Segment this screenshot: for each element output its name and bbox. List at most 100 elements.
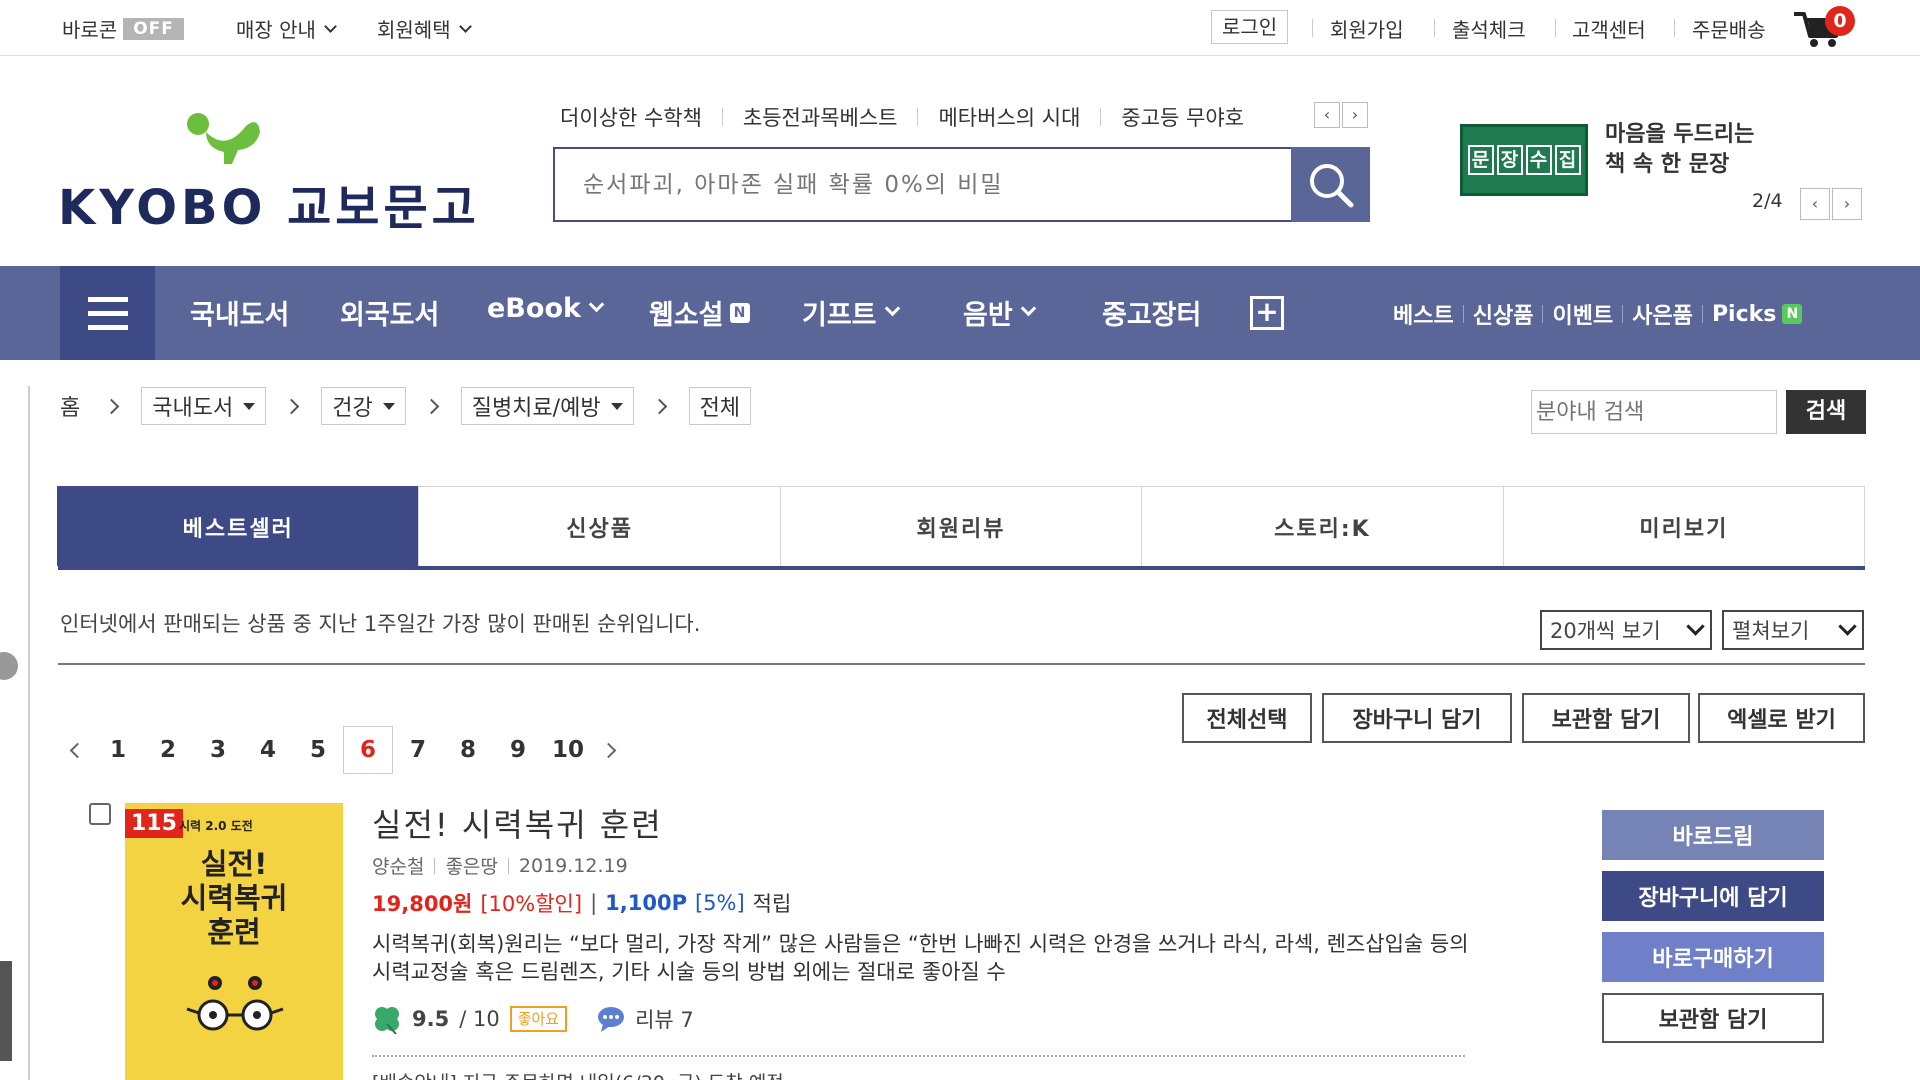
add-to-wishlist-button[interactable]: 보관함 담기 [1602, 993, 1824, 1043]
hot-keyword-1[interactable]: 더이상한 수학책 [560, 102, 722, 132]
product-publisher[interactable]: 좋은땅 [445, 852, 497, 879]
page-link[interactable]: 4 [243, 726, 293, 774]
nav-label: 음반 [963, 300, 1013, 331]
next-page-icon[interactable] [600, 742, 617, 758]
breadcrumb-level-label: 질병치료/예방 [471, 396, 601, 421]
nav-event-link[interactable]: 이벤트 [1552, 298, 1613, 330]
side-scroll-handle[interactable] [0, 961, 12, 1061]
search-button[interactable] [1291, 147, 1370, 222]
product-discount: [10%할인] [480, 892, 583, 916]
nav-label: 기프트 [802, 300, 877, 331]
new-badge-icon: N [729, 302, 750, 323]
hot-keyword-4[interactable]: 중고등 무야호 [1101, 102, 1264, 132]
page-link[interactable]: 3 [193, 726, 243, 774]
page-link[interactable]: 5 [293, 726, 343, 774]
promo-badge-char: 문 [1467, 145, 1494, 175]
divider [1434, 19, 1435, 37]
barocon-toggle[interactable]: 바로콘 OFF [62, 14, 184, 43]
nav-picks-link[interactable]: Picks [1712, 302, 1776, 327]
product-checkbox[interactable] [89, 803, 111, 825]
nav-used-market[interactable]: 중고장터 [1102, 293, 1201, 332]
store-info-menu[interactable]: 매장 안내 [236, 14, 337, 43]
keyword-prev-button[interactable]: ‹ [1314, 102, 1340, 128]
tab-preview[interactable]: 미리보기 [1502, 486, 1866, 566]
cover-eyes-illustration-icon [186, 976, 284, 1031]
nav-label: 국내도서 [190, 300, 290, 331]
signup-link[interactable]: 회원가입 [1330, 14, 1404, 43]
add-to-cart-bulk-button[interactable]: 장바구니 담기 [1322, 693, 1512, 743]
hot-keywords: 더이상한 수학책 초등전과목베스트 메타버스의 시대 중고등 무야호 [560, 102, 1264, 132]
select-all-button[interactable]: 전체선택 [1182, 693, 1312, 743]
chevron-down-icon [458, 19, 472, 33]
nav-gifts-link[interactable]: 사은품 [1632, 298, 1693, 330]
tab-bestseller[interactable]: 베스트셀러 [57, 486, 420, 566]
nav-music[interactable]: 음반 [963, 293, 1036, 332]
nav-best-link[interactable]: 베스트 [1393, 298, 1454, 330]
promo-next-button[interactable]: › [1832, 188, 1862, 220]
export-excel-button[interactable]: 엑셀로 받기 [1698, 693, 1865, 743]
hot-keyword-2[interactable]: 초등전과목베스트 [723, 102, 918, 132]
page-link[interactable]: 9 [493, 726, 543, 774]
review-link[interactable]: 리뷰 7 [635, 1004, 694, 1034]
member-benefits-menu[interactable]: 회원혜택 [377, 14, 472, 43]
add-to-cart-button[interactable]: 장바구니에 담기 [1602, 871, 1824, 921]
hamburger-icon [87, 296, 128, 302]
divider [1462, 305, 1464, 323]
attendance-link[interactable]: 출석체크 [1452, 14, 1526, 43]
main-search-input[interactable] [553, 147, 1293, 222]
nav-gift[interactable]: 기프트 [802, 293, 900, 332]
nav-more-plus-icon[interactable]: + [1250, 296, 1284, 330]
page-link[interactable]: 2 [143, 726, 193, 774]
product-author[interactable]: 양순철 [372, 852, 424, 879]
keyword-next-button[interactable]: › [1342, 102, 1368, 128]
tab-member-reviews[interactable]: 회원리뷰 [779, 486, 1143, 566]
customer-center-link[interactable]: 고객센터 [1572, 14, 1646, 43]
field-search-button[interactable]: 검색 [1786, 390, 1866, 434]
breadcrumb-level-2-select[interactable]: 건강 [321, 387, 406, 425]
buy-now-button[interactable]: 바로구매하기 [1602, 932, 1824, 982]
review-count: 7 [680, 1008, 694, 1032]
divider [1555, 19, 1556, 37]
nav-foreign-books[interactable]: 외국도서 [340, 293, 439, 332]
per-page-select[interactable]: 20개씩 보기 [1540, 610, 1712, 650]
order-delivery-link[interactable]: 주문배송 [1692, 14, 1766, 43]
cover-series-text: 시력 2.0 도전 [179, 819, 253, 833]
tab-new-products[interactable]: 신상품 [418, 486, 781, 566]
breadcrumb-level-1-select[interactable]: 국내도서 [141, 387, 267, 425]
nav-domestic-books[interactable]: 국내도서 [190, 293, 289, 332]
breadcrumb-home[interactable]: 홈 [60, 390, 80, 422]
kyobo-logo[interactable]: KYOBO 교보문고 [58, 112, 476, 236]
product-cover-image[interactable]: 115 시력 2.0 도전 실전! 시력복귀 훈련 [125, 803, 343, 1080]
hamburger-icon [87, 310, 128, 316]
prev-page-icon[interactable] [69, 742, 86, 758]
cover-title: 실전! 시력복귀 훈련 [125, 847, 343, 949]
product-date: 2019.12.19 [518, 854, 628, 877]
breadcrumb-level-3-select[interactable]: 질병치료/예방 [460, 387, 634, 425]
product-points: 1,100P [605, 891, 687, 915]
product-title[interactable]: 실전! 시력복귀 훈련 [372, 800, 663, 846]
page-link[interactable]: 1 [93, 726, 143, 774]
cover-title-line: 시력복귀 [180, 881, 288, 915]
add-to-wishlist-bulk-button[interactable]: 보관함 담기 [1522, 693, 1690, 743]
nav-new-link[interactable]: 신상품 [1473, 298, 1534, 330]
hot-keyword-3[interactable]: 메타버스의 시대 [918, 102, 1100, 132]
chevron-right-icon [103, 398, 120, 414]
login-link[interactable]: 로그인 [1211, 10, 1289, 44]
page-link-current[interactable]: 6 [343, 726, 393, 774]
sentence-collection-logo[interactable]: 문 장 수 집 [1460, 124, 1588, 196]
promo-badge-char: 집 [1554, 145, 1581, 175]
page-link[interactable]: 8 [443, 726, 493, 774]
hamburger-menu-button[interactable] [60, 266, 155, 360]
nav-ebook[interactable]: eBook [487, 293, 605, 324]
field-search-input[interactable] [1531, 390, 1777, 434]
baro-dream-button[interactable]: 바로드림 [1602, 810, 1824, 860]
page-link[interactable]: 7 [393, 726, 443, 774]
cover-title-line: 훈련 [207, 915, 261, 949]
nav-web-novel[interactable]: 웹소설 N [649, 293, 750, 332]
promo-banner-text[interactable]: 마음을 두드리는 책 속 한 문장 [1605, 120, 1754, 180]
promo-prev-button[interactable]: ‹ [1800, 188, 1830, 220]
view-mode-select[interactable]: 펼쳐보기 [1722, 610, 1864, 650]
page-link[interactable]: 10 [543, 726, 593, 774]
main-nav: 국내도서 외국도서 eBook 웹소설 N 기프트 음반 중고장터 + 베스트 신… [0, 266, 1920, 360]
tab-story-k[interactable]: 스토리:K [1141, 486, 1504, 566]
